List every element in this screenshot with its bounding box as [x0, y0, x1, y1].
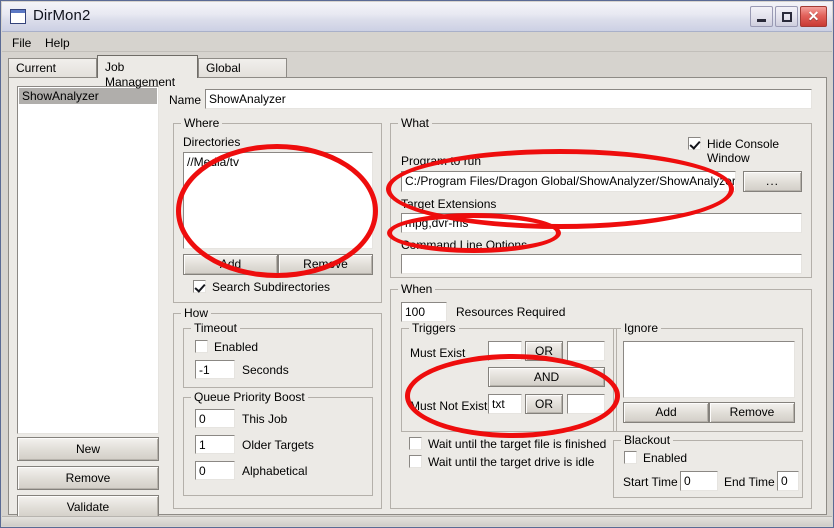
directories-remove-button[interactable]: Remove — [278, 254, 373, 275]
browse-button[interactable]: ... — [743, 171, 802, 192]
list-item[interactable]: ShowAnalyzer — [19, 88, 157, 104]
queue-priority-boost-legend: Queue Priority Boost — [191, 391, 308, 403]
jobs-listbox[interactable]: ShowAnalyzer — [17, 86, 159, 434]
wait-target-drive-label: Wait until the target drive is idle — [428, 455, 595, 469]
remove-job-button[interactable]: Remove — [17, 466, 159, 490]
resources-required-label: Resources Required — [456, 305, 566, 319]
directories-listbox[interactable]: //Media/tv — [183, 152, 373, 249]
boost-alphabetical-input[interactable]: 0 — [195, 461, 235, 480]
boost-this-job-input[interactable]: 0 — [195, 409, 235, 428]
maximize-icon — [782, 12, 792, 22]
close-button[interactable]: ✕ — [800, 6, 827, 27]
tab-job-management[interactable]: Job Management — [97, 55, 198, 89]
ignore-add-button[interactable]: Add — [623, 402, 709, 423]
timeout-enabled-label: Enabled — [214, 340, 259, 354]
ignore-listbox[interactable] — [623, 341, 795, 398]
triggers-and-button[interactable]: AND — [488, 367, 605, 387]
command-line-options-label: Command Line Options — [401, 238, 528, 252]
command-line-options-input[interactable] — [401, 254, 802, 274]
blackout-enabled-checkbox[interactable] — [624, 451, 637, 464]
window-controls: ✕ — [750, 6, 827, 27]
boost-older-targets-input[interactable]: 1 — [195, 435, 235, 454]
must-exist-first-input[interactable] — [488, 341, 522, 361]
triggers-legend: Triggers — [409, 322, 459, 334]
directories-label: Directories — [183, 135, 241, 149]
boost-alphabetical-label: Alphabetical — [242, 464, 308, 478]
blackout-start-label: Start Time — [623, 475, 678, 489]
must-not-exist-first-input[interactable]: txt — [488, 394, 522, 414]
menu-bar: File Help — [2, 32, 832, 52]
minimize-button[interactable] — [750, 6, 773, 27]
menu-item-help[interactable]: Help — [40, 35, 75, 51]
when-group: When 100 Resources Required Triggers Mus… — [390, 283, 812, 509]
program-to-run-label: Program to run — [401, 154, 482, 168]
blackout-start-input[interactable]: 0 — [680, 471, 718, 491]
timeout-seconds-input[interactable]: -1 — [195, 360, 235, 379]
maximize-button[interactable] — [775, 6, 798, 27]
name-label: Name — [169, 93, 202, 107]
must-not-exist-second-input[interactable] — [567, 394, 605, 414]
minimize-icon — [757, 19, 766, 22]
how-group: How Timeout Enabled -1 Seconds Queue Pri… — [173, 307, 382, 509]
blackout-legend: Blackout — [621, 434, 674, 446]
tab-global-settings[interactable]: Global Settings — [198, 58, 287, 90]
where-group: Where Directories //Media/tv Add Remove … — [173, 117, 382, 303]
directories-add-button[interactable]: Add — [183, 254, 278, 275]
blackout-end-label: End Time — [724, 475, 775, 489]
what-legend: What — [398, 117, 433, 129]
wait-target-file-checkbox[interactable] — [409, 437, 422, 450]
hide-console-window-checkbox[interactable] — [688, 137, 701, 150]
target-extensions-input[interactable]: mpg,dvr-ms — [401, 213, 802, 233]
timeout-legend: Timeout — [191, 322, 240, 334]
triggers-group: Triggers Must Exist OR AND Must Not Exis… — [401, 322, 617, 432]
ignore-group: Ignore Add Remove — [613, 322, 803, 432]
timeout-seconds-label: Seconds — [242, 363, 289, 377]
when-legend: When — [398, 283, 436, 295]
must-exist-second-input[interactable] — [567, 341, 605, 361]
where-legend: Where — [181, 117, 223, 129]
window-title: DirMon2 — [33, 7, 91, 24]
job-management-page: ShowAnalyzer New Remove Validate Name Sh… — [8, 77, 827, 519]
ignore-remove-button[interactable]: Remove — [709, 402, 795, 423]
blackout-enabled-label: Enabled — [643, 451, 688, 465]
name-input[interactable]: ShowAnalyzer — [205, 89, 812, 109]
window-icon — [10, 9, 26, 24]
resources-required-input[interactable]: 100 — [401, 302, 447, 322]
queue-priority-boost-group: Queue Priority Boost 0 This Job 1 Older … — [183, 391, 373, 496]
blackout-group: Blackout Enabled Start Time 0 End Time 0 — [613, 434, 803, 498]
menu-item-file[interactable]: File — [7, 35, 36, 51]
must-exist-or-button[interactable]: OR — [525, 341, 563, 361]
program-to-run-input[interactable]: C:/Program Files/Dragon Global/ShowAnaly… — [401, 171, 736, 192]
wait-target-file-label: Wait until the target file is finished — [428, 437, 607, 451]
target-extensions-label: Target Extensions — [401, 197, 497, 211]
ignore-legend: Ignore — [621, 322, 662, 334]
timeout-enabled-checkbox[interactable] — [195, 340, 208, 353]
hide-console-window-label: Hide Console Window — [707, 137, 780, 165]
wait-target-drive-checkbox[interactable] — [409, 455, 422, 468]
dirmon2-window: DirMon2 ✕ File Help Current Status Job M… — [0, 0, 834, 528]
new-job-button[interactable]: New — [17, 437, 159, 461]
must-not-exist-or-button[interactable]: OR — [525, 394, 563, 414]
boost-this-job-label: This Job — [242, 412, 288, 426]
title-bar: DirMon2 ✕ — [2, 2, 832, 32]
tab-current-status[interactable]: Current Status — [8, 58, 97, 90]
search-subdirectories-label: Search Subdirectories — [212, 280, 331, 294]
blackout-end-input[interactable]: 0 — [777, 471, 799, 491]
what-group: What Hide Console Window Program to run … — [390, 117, 812, 278]
timeout-group: Timeout Enabled -1 Seconds — [183, 322, 373, 388]
how-legend: How — [181, 307, 212, 319]
close-icon: ✕ — [807, 8, 820, 24]
must-exist-label: Must Exist — [410, 346, 466, 360]
search-subdirectories-checkbox[interactable] — [193, 280, 206, 293]
list-item[interactable]: //Media/tv — [187, 155, 239, 169]
must-not-exist-label: Must Not Exist — [410, 399, 488, 413]
status-bar — [2, 516, 832, 526]
boost-older-targets-label: Older Targets — [242, 438, 314, 452]
